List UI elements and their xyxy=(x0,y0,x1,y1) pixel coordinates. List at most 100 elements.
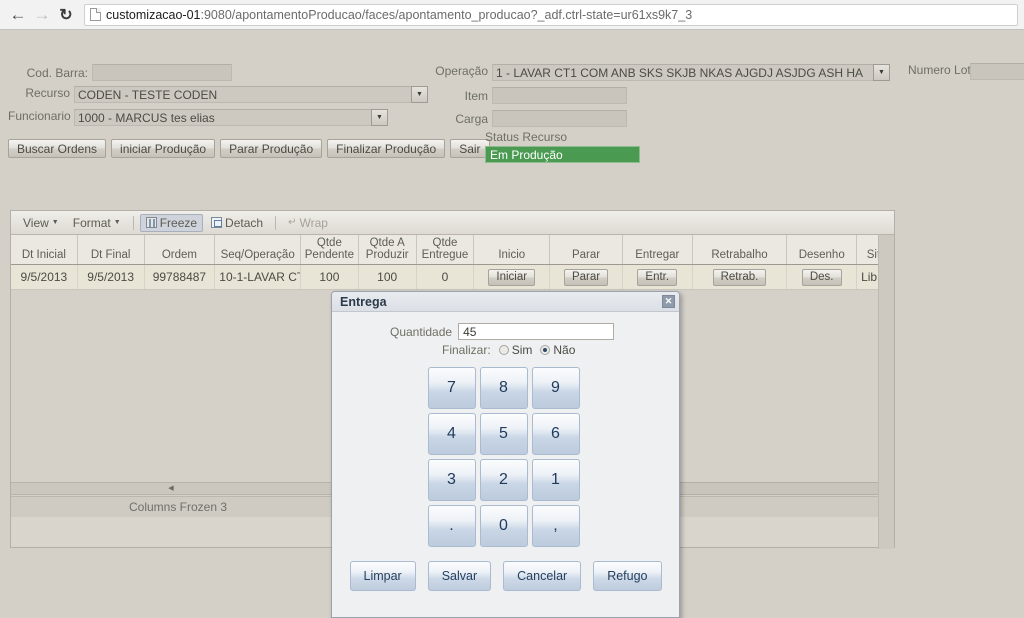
frozen-columns-scrollbar[interactable]: ◀ xyxy=(11,481,331,495)
format-menu-label: Format xyxy=(72,215,111,230)
finalizar-option-sim[interactable]: Sim xyxy=(498,343,532,357)
keypad-key-comma[interactable]: , xyxy=(531,505,580,547)
buscar-ordens-button[interactable]: Buscar Ordens xyxy=(8,139,107,158)
freeze-button[interactable]: Freeze xyxy=(139,213,204,232)
operacao-input[interactable]: 1 - LAVAR CT1 COM ANB SKS SKJB NKAS AJGD… xyxy=(492,64,873,81)
column-header-ordem[interactable]: Ordem xyxy=(145,235,216,264)
column-header-qtde-pendente[interactable]: Qtde Pendente xyxy=(301,235,359,264)
keypad-key-8[interactable]: 8 xyxy=(479,367,528,409)
cod-barra-input[interactable] xyxy=(92,64,232,81)
format-menu[interactable]: Format ▼ xyxy=(67,214,127,232)
chevron-down-icon[interactable]: ▼ xyxy=(411,86,428,103)
freeze-label: Freeze xyxy=(159,215,198,230)
panel-right-gutter xyxy=(878,235,894,549)
recurso-field: Recurso CODEN - TESTE CODEN ▼ xyxy=(8,86,428,103)
desenho-row-button[interactable]: Des. xyxy=(801,268,842,286)
recurso-input[interactable]: CODEN - TESTE CODEN xyxy=(74,86,411,103)
salvar-button[interactable]: Salvar xyxy=(427,561,492,591)
operacao-field: Operação 1 - LAVAR CT1 COM ANB SKS SKJB … xyxy=(430,64,890,81)
chevron-down-icon: ▼ xyxy=(51,219,59,226)
numero-lote-field: Numero Lote xyxy=(908,63,1024,80)
scroll-left-arrow-icon[interactable]: ◀ xyxy=(168,484,173,492)
view-menu-label: View xyxy=(23,215,49,230)
parar-producao-button[interactable]: Parar Produção xyxy=(220,139,323,158)
keypad-key-0[interactable]: 0 xyxy=(479,505,528,547)
radio-selected-icon[interactable] xyxy=(540,345,551,355)
refugo-button[interactable]: Refugo xyxy=(593,561,662,591)
cell-dt-inicial: 9/5/2013 xyxy=(11,265,78,289)
keypad-key-2[interactable]: 2 xyxy=(479,459,528,501)
item-input[interactable] xyxy=(492,87,627,104)
cell-parar: Parar xyxy=(550,265,623,289)
column-header-seq-operacao[interactable]: Seq/Operação xyxy=(215,235,301,264)
close-icon[interactable]: ✕ xyxy=(662,295,675,308)
wrap-text-icon: ↵ xyxy=(288,217,297,228)
iniciar-row-button[interactable]: Iniciar xyxy=(488,268,536,286)
column-header-desenho[interactable]: Desenho xyxy=(787,235,858,264)
quantidade-input[interactable]: 45 xyxy=(458,323,615,340)
column-header-qtde-entregue[interactable]: Qtde Entregue xyxy=(417,235,475,264)
numero-lote-input[interactable] xyxy=(970,63,1024,80)
freeze-columns-icon xyxy=(145,217,157,228)
url-path: :9080/apontamentoProducao/faces/apontame… xyxy=(200,7,693,22)
wrap-button[interactable]: ↵ Wrap xyxy=(282,214,334,232)
carga-input[interactable] xyxy=(492,110,627,127)
column-header-dt-inicial[interactable]: Dt Inicial xyxy=(11,235,78,264)
keypad-key-5[interactable]: 5 xyxy=(479,413,528,455)
cell-qtde-pendente: 100 xyxy=(301,265,359,289)
entrega-dialog: Entrega ✕ Quantidade 45 Finalizar: Sim N… xyxy=(331,291,680,618)
column-header-dt-final[interactable]: Dt Final xyxy=(78,235,145,264)
keypad-key-4[interactable]: 4 xyxy=(427,413,476,455)
finalizar-radio-group: Finalizar: Sim Não xyxy=(332,343,679,357)
dialog-action-buttons: Limpar Salvar Cancelar Refugo xyxy=(332,561,679,591)
column-header-parar[interactable]: Parar xyxy=(550,235,623,264)
keypad-key-7[interactable]: 7 xyxy=(427,367,476,409)
keypad-key-6[interactable]: 6 xyxy=(531,413,580,455)
cancelar-button[interactable]: Cancelar xyxy=(503,561,582,591)
dialog-titlebar[interactable]: Entrega ✕ xyxy=(332,292,679,312)
chevron-down-icon[interactable]: ▼ xyxy=(371,109,388,126)
parar-row-button[interactable]: Parar xyxy=(563,268,609,286)
reload-icon[interactable]: ↻ xyxy=(54,3,78,27)
wrap-label: Wrap xyxy=(299,215,328,230)
column-header-entregar[interactable]: Entregar xyxy=(623,235,693,264)
dialog-title: Entrega xyxy=(340,294,387,309)
cell-qtde-a-produzir: 100 xyxy=(359,265,417,289)
view-menu[interactable]: View ▼ xyxy=(17,214,65,232)
iniciar-producao-button[interactable]: iniciar Produção xyxy=(111,139,216,158)
keypad-key-3[interactable]: 3 xyxy=(427,459,476,501)
sair-button[interactable]: Sair xyxy=(450,139,490,158)
carga-field: Carga xyxy=(430,110,627,127)
url-input[interactable]: customizacao-01:9080/apontamentoProducao… xyxy=(84,3,1018,26)
item-label: Item xyxy=(464,88,488,103)
action-button-row: Buscar Ordens iniciar Produção Parar Pro… xyxy=(8,139,490,158)
cell-ordem: 99788487 xyxy=(145,265,216,289)
finalizar-option-nao[interactable]: Não xyxy=(540,343,575,357)
chevron-down-icon[interactable]: ▼ xyxy=(873,64,890,81)
retrabalho-row-button[interactable]: Retrab. xyxy=(712,268,767,286)
funcionario-input[interactable]: 1000 - MARCUS tes elias xyxy=(74,109,371,126)
keypad-key-9[interactable]: 9 xyxy=(531,367,580,409)
cell-qtde-entregue: 0 xyxy=(417,265,475,289)
limpar-button[interactable]: Limpar xyxy=(349,561,416,591)
column-header-inicio[interactable]: Inicio xyxy=(474,235,551,264)
toolbar-divider xyxy=(132,215,134,230)
detach-button[interactable]: Detach xyxy=(205,214,269,232)
status-recurso-label: Status Recurso xyxy=(485,130,568,144)
radio-icon[interactable] xyxy=(498,345,509,355)
keypad-key-1[interactable]: 1 xyxy=(531,459,580,501)
url-text: customizacao-01:9080/apontamentoProducao… xyxy=(106,8,692,22)
entregar-row-button[interactable]: Entr. xyxy=(637,268,678,286)
table-row[interactable]: 9/5/2013 9/5/2013 99788487 10-1-LAVAR CT… xyxy=(11,265,894,290)
cell-desenho: Des. xyxy=(787,265,858,289)
forward-icon[interactable]: → xyxy=(30,3,54,27)
keypad-key-dot[interactable]: . xyxy=(427,505,476,547)
detach-label: Detach xyxy=(225,215,264,230)
column-header-qtde-a-produzir[interactable]: Qtde A Produzir xyxy=(359,235,417,264)
back-icon[interactable]: ← xyxy=(6,3,30,27)
cell-seq-operacao: 10-1-LAVAR CT xyxy=(215,265,301,289)
column-header-retrabalho[interactable]: Retrabalho xyxy=(693,235,788,264)
finalizar-producao-button[interactable]: Finalizar Produção xyxy=(327,139,446,158)
quantidade-field: Quantidade 45 xyxy=(332,323,679,340)
item-field: Item xyxy=(430,87,627,104)
